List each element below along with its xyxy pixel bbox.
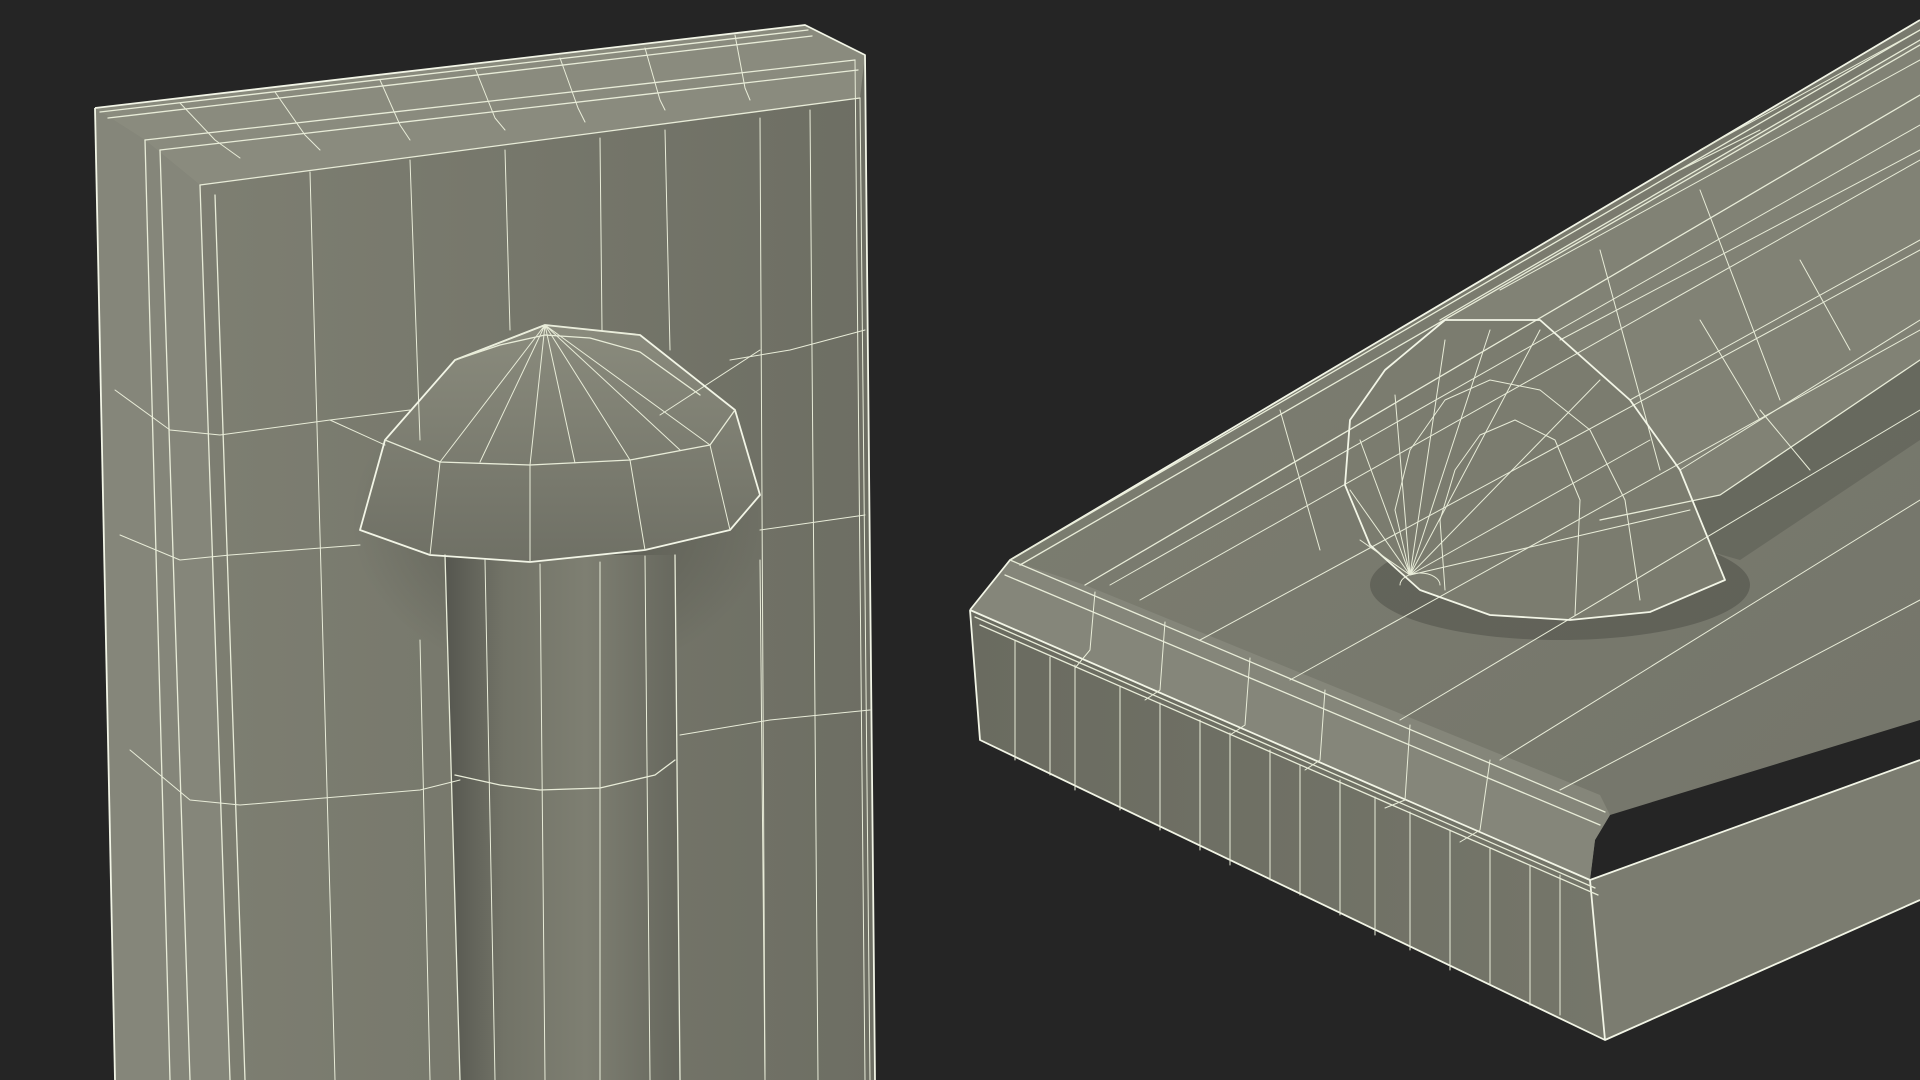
perspective-view: [969, 19, 1920, 1041]
hook-shaft: [445, 555, 680, 1080]
wireframe-render-canvas: [94, 19, 1920, 1080]
front-view: [94, 24, 876, 1080]
